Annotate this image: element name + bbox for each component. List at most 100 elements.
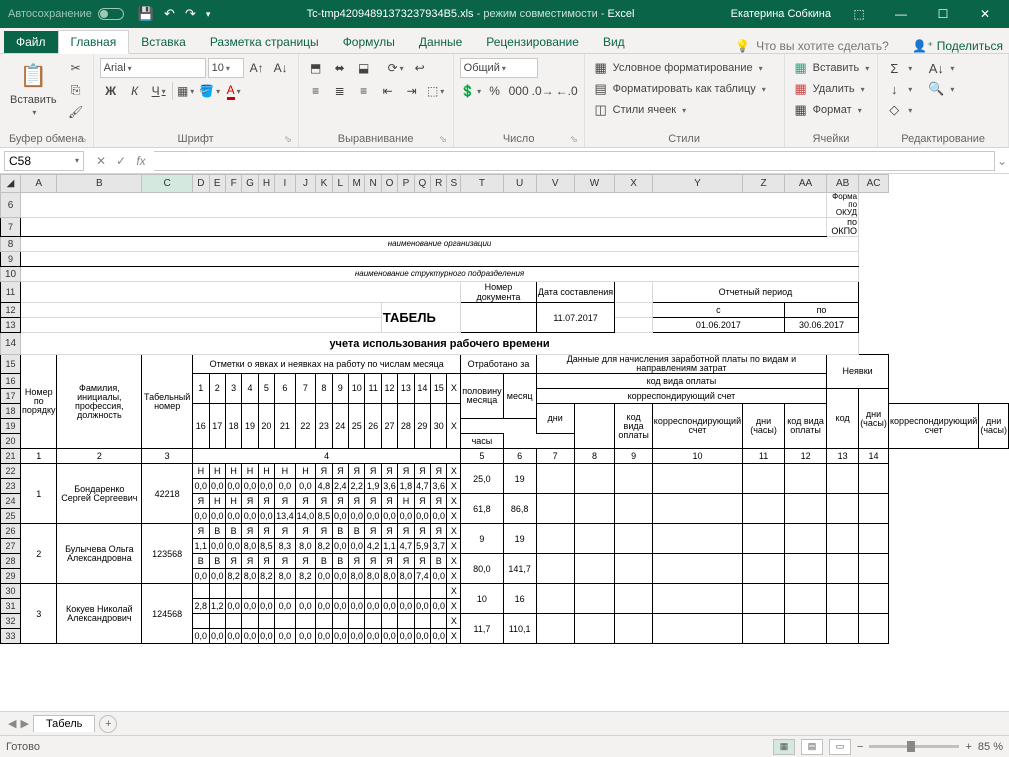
row-header[interactable]: 15 xyxy=(1,355,21,374)
add-sheet-button[interactable]: + xyxy=(99,715,117,733)
tab-data[interactable]: Данные xyxy=(407,31,474,53)
row-header[interactable]: 27 xyxy=(1,539,21,554)
orientation-button[interactable]: ⟳▾ xyxy=(385,58,407,78)
col-header[interactable]: Y xyxy=(652,175,742,193)
col-header[interactable]: D xyxy=(193,175,209,193)
fx-icon[interactable]: fx xyxy=(132,154,150,168)
row-header[interactable]: 14 xyxy=(1,333,21,355)
merge-button[interactable]: ⬚▾ xyxy=(425,81,447,101)
dialog-launcher-icon[interactable]: ⬂ xyxy=(79,134,87,145)
zoom-in-button[interactable]: + xyxy=(965,741,971,753)
underline-button[interactable]: Ч▾ xyxy=(148,81,170,101)
clear-button[interactable]: ◇▾ xyxy=(884,100,914,120)
ribbon-options-icon[interactable]: ⬚ xyxy=(839,0,879,28)
expand-formula-icon[interactable]: ⌄ xyxy=(995,154,1009,168)
col-header[interactable]: Q xyxy=(414,175,430,193)
autosave-toggle[interactable] xyxy=(98,8,124,20)
row-header[interactable]: 16 xyxy=(1,374,21,389)
name-box[interactable]: C58▾ xyxy=(4,151,84,171)
col-header[interactable]: AB xyxy=(827,175,859,193)
tab-insert[interactable]: Вставка xyxy=(129,31,198,53)
col-header[interactable]: A xyxy=(21,175,57,193)
col-header[interactable]: I xyxy=(275,175,296,193)
cancel-formula-icon[interactable]: ✕ xyxy=(92,154,110,168)
font-color-button[interactable]: A▾ xyxy=(223,81,245,101)
delete-cells-button[interactable]: ▦Удалить▾ xyxy=(791,79,867,99)
col-header[interactable]: T xyxy=(461,175,503,193)
col-header[interactable]: J xyxy=(295,175,316,193)
comma-button[interactable]: 000 xyxy=(508,81,530,101)
format-painter-button[interactable]: 🖌 xyxy=(65,102,87,122)
insert-cells-button[interactable]: ▦Вставить▾ xyxy=(791,58,872,78)
col-header[interactable]: L xyxy=(332,175,348,193)
cond-format-button[interactable]: ▦Условное форматирование▾ xyxy=(591,58,765,78)
border-button[interactable]: ▦▾ xyxy=(175,81,197,101)
col-header[interactable]: X xyxy=(615,175,652,193)
row-header[interactable]: 10 xyxy=(1,267,21,282)
format-cells-button[interactable]: ▦Формат▾ xyxy=(791,100,864,120)
dec-decimal-button[interactable]: ←.0 xyxy=(556,81,578,101)
tab-review[interactable]: Рецензирование xyxy=(474,31,591,53)
fill-color-button[interactable]: 🪣▾ xyxy=(199,81,221,101)
row-header[interactable]: 9 xyxy=(1,252,21,267)
redo-icon[interactable]: ↷ xyxy=(185,6,196,22)
row-header[interactable]: 6 xyxy=(1,193,21,218)
col-header[interactable]: AC xyxy=(859,175,889,193)
font-name-combo[interactable]: Arial▾ xyxy=(100,58,206,78)
select-all-button[interactable]: ◢ xyxy=(1,175,21,193)
page-layout-view-button[interactable]: ▤ xyxy=(801,739,823,755)
autosum-button[interactable]: Σ▾ A↓▾ xyxy=(884,58,956,78)
row-header[interactable]: 24 xyxy=(1,494,21,509)
row-header[interactable]: 31 xyxy=(1,599,21,614)
cut-button[interactable]: ✂ xyxy=(65,58,87,78)
row-header[interactable]: 30 xyxy=(1,584,21,599)
row-header[interactable]: 20 xyxy=(1,434,21,449)
align-center-button[interactable]: ≣ xyxy=(329,81,351,101)
align-top-button[interactable]: ⬒ xyxy=(305,58,327,78)
increase-font-button[interactable]: A↑ xyxy=(246,58,268,78)
user-name[interactable]: Екатерина Собкина xyxy=(731,8,831,20)
row-header[interactable]: 17 xyxy=(1,389,21,404)
wrap-text-button[interactable]: ↩ xyxy=(409,58,431,78)
worksheet-area[interactable]: ◢ A B C D E F G H I J K L M N O P Q R S … xyxy=(0,174,1009,711)
align-middle-button[interactable]: ⬌ xyxy=(329,58,351,78)
cell-styles-button[interactable]: ◫Стили ячеек▾ xyxy=(591,100,689,120)
tab-next-icon[interactable]: ▶ xyxy=(20,717,28,730)
inc-decimal-button[interactable]: .0→ xyxy=(532,81,554,101)
format-table-button[interactable]: ▤Форматировать как таблицу▾ xyxy=(591,79,768,99)
col-header[interactable]: Z xyxy=(743,175,785,193)
col-header[interactable]: C xyxy=(142,175,193,193)
col-header[interactable]: B xyxy=(57,175,142,193)
tab-prev-icon[interactable]: ◀ xyxy=(8,717,16,730)
maximize-icon[interactable]: ☐ xyxy=(923,0,963,28)
zoom-out-button[interactable]: − xyxy=(857,741,863,753)
col-header[interactable]: K xyxy=(316,175,332,193)
col-header[interactable]: U xyxy=(503,175,536,193)
tab-file[interactable]: Файл xyxy=(4,31,58,53)
row-header[interactable]: 26 xyxy=(1,524,21,539)
align-bottom-button[interactable]: ⬓ xyxy=(353,58,375,78)
col-header[interactable]: R xyxy=(431,175,447,193)
decrease-font-button[interactable]: A↓ xyxy=(270,58,292,78)
row-header[interactable]: 22 xyxy=(1,464,21,479)
tab-layout[interactable]: Разметка страницы xyxy=(198,31,331,53)
save-icon[interactable]: 💾 xyxy=(138,6,154,22)
tab-home[interactable]: Главная xyxy=(58,30,130,54)
tab-view[interactable]: Вид xyxy=(591,31,637,53)
row-header[interactable]: 23 xyxy=(1,479,21,494)
dialog-launcher-icon[interactable]: ⬂ xyxy=(570,134,578,145)
formula-input[interactable] xyxy=(154,151,995,171)
page-break-view-button[interactable]: ▭ xyxy=(829,739,851,755)
copy-button[interactable]: ⎘ xyxy=(65,80,87,100)
indent-dec-button[interactable]: ⇤ xyxy=(377,81,399,101)
row-header[interactable]: 29 xyxy=(1,569,21,584)
italic-button[interactable]: К xyxy=(124,81,146,101)
dialog-launcher-icon[interactable]: ⬂ xyxy=(284,134,292,145)
row-header[interactable]: 11 xyxy=(1,282,21,303)
col-header[interactable]: N xyxy=(365,175,381,193)
share-button[interactable]: 👤⁺ Поделиться xyxy=(912,39,1003,53)
dialog-launcher-icon[interactable]: ⬂ xyxy=(439,134,447,145)
normal-view-button[interactable]: ▦ xyxy=(773,739,795,755)
percent-button[interactable]: % xyxy=(484,81,506,101)
row-header[interactable]: 32 xyxy=(1,614,21,629)
